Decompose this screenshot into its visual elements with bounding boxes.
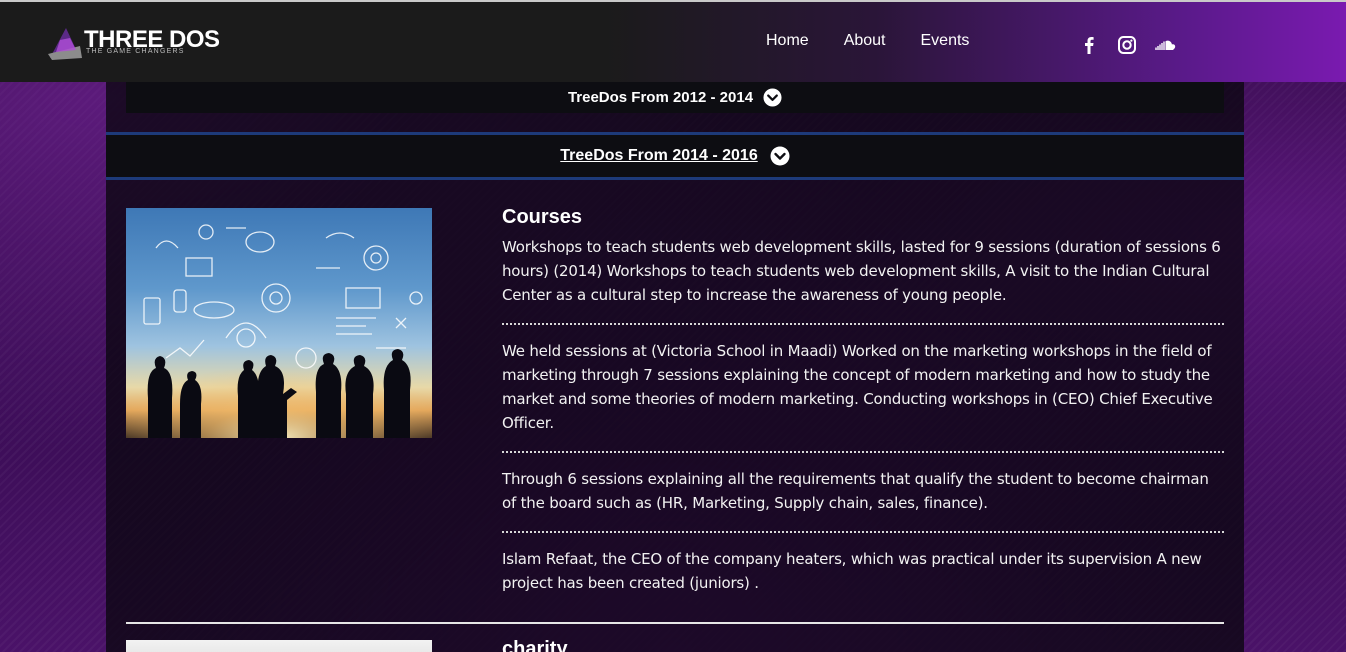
logo[interactable]: THREE DOS THE GAME CHANGERS: [46, 24, 236, 64]
brand-tagline: THE GAME CHANGERS: [86, 48, 185, 55]
nav-about-link[interactable]: About: [844, 32, 886, 50]
section-title: charity: [502, 638, 568, 652]
main-nav: Home About Events: [766, 32, 969, 50]
logo-mark-icon: [48, 28, 82, 60]
accordion-title: TreeDos From 2012 - 2014: [567, 89, 754, 106]
nav-events-link[interactable]: Events: [921, 32, 970, 50]
courses-paragraph: We held sessions at (Victoria School in …: [502, 342, 1213, 432]
main-content: TreeDos From 2012 - 2014 TreeDos From 20…: [106, 82, 1244, 652]
soundcloud-icon[interactable]: [1154, 35, 1176, 55]
section-divider: [126, 622, 1224, 624]
courses-image: [126, 208, 432, 438]
charity-image: [126, 640, 432, 652]
navbar: THREE DOS THE GAME CHANGERS Home About E…: [0, 2, 1346, 82]
chevron-down-icon: [770, 146, 790, 166]
facebook-icon[interactable]: [1078, 35, 1100, 55]
courses-paragraph: Islam Refaat, the CEO of the company hea…: [502, 550, 1202, 592]
dotted-divider: [502, 451, 1224, 453]
instagram-icon[interactable]: [1116, 35, 1138, 55]
chevron-down-icon: [763, 88, 782, 107]
courses-paragraph: Through 6 sessions explaining all the re…: [502, 470, 1209, 512]
social-links: [1078, 35, 1176, 55]
accordion-header-2012-2014[interactable]: TreeDos From 2012 - 2014: [126, 82, 1224, 113]
section-title: Courses: [502, 206, 583, 228]
accordion-header-2014-2016[interactable]: TreeDos From 2014 - 2016: [106, 132, 1244, 180]
courses-section: Courses Workshops to teach students web …: [502, 206, 1224, 595]
accordion-title: TreeDos From 2014 - 2016: [560, 147, 758, 164]
dotted-divider: [502, 531, 1224, 533]
nav-home-link[interactable]: Home: [766, 32, 809, 50]
courses-paragraph: Workshops to teach students web developm…: [502, 238, 1221, 304]
dotted-divider: [502, 323, 1224, 325]
